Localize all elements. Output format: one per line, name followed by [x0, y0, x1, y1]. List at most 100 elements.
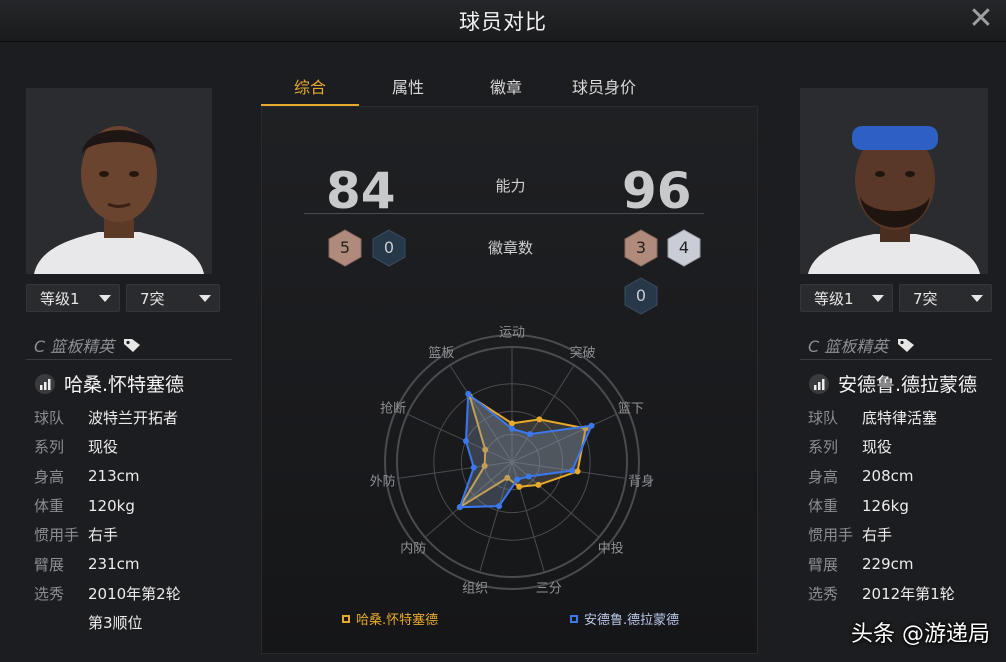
- stat-label: 系列: [34, 438, 65, 457]
- ability-label: 能力: [495, 177, 526, 195]
- stat-row: 球队 底特律活塞: [800, 403, 992, 432]
- watermark: 头条 @游递局: [851, 622, 990, 647]
- signal-icon: [809, 373, 829, 394]
- radar-axis-label: 运动: [499, 324, 525, 339]
- radar-point: [509, 425, 515, 432]
- tab-bar: 综合 属性 徽章 球员身价: [261, 64, 659, 106]
- stat-row: 惯用手 右手: [26, 520, 232, 549]
- stat-value: 229cm: [862, 555, 914, 574]
- breakthrough-select[interactable]: 7突: [126, 284, 220, 312]
- stat-label: 体重: [34, 497, 65, 516]
- player-portrait: [26, 88, 212, 274]
- level-select[interactable]: 等级1: [800, 284, 893, 312]
- radar-axis-label: 篮下: [618, 401, 644, 416]
- radar-point: [536, 416, 543, 423]
- chevron-down-icon: [872, 295, 884, 302]
- stat-label: 选秀: [34, 584, 65, 603]
- radar-point: [569, 467, 576, 474]
- stat-row: 身高 208cm: [800, 462, 992, 491]
- tab-attributes[interactable]: 属性: [359, 64, 457, 106]
- divider: [304, 213, 704, 214]
- radar-point: [514, 476, 521, 483]
- radar-point: [525, 473, 532, 480]
- radar-point: [465, 390, 472, 397]
- tag-icon: [898, 338, 915, 352]
- stat-row: 臂展 229cm: [800, 549, 992, 578]
- stat-row: 球队 波特兰开拓者: [26, 403, 232, 432]
- stat-value: 2010年第2轮: [88, 584, 181, 603]
- player-name: 安德鲁.德拉蒙德: [838, 374, 978, 396]
- legend-label: 安德鲁.德拉蒙德: [584, 613, 680, 628]
- stat-label: 身高: [34, 467, 65, 486]
- stat-row: 系列 现役: [800, 432, 992, 461]
- stat-row: 惯用手 右手: [800, 520, 992, 549]
- stat-row: 第3顺位: [26, 608, 232, 637]
- player-name-row: 安德鲁.德拉蒙德: [800, 370, 992, 397]
- chevron-down-icon: [99, 295, 111, 302]
- tab-overview[interactable]: 综合: [261, 64, 359, 106]
- stat-row: 体重 126kg: [800, 491, 992, 520]
- player-name-row: 哈桑.怀特塞德: [26, 370, 232, 397]
- radar-axis-label: 内防: [400, 541, 426, 556]
- stat-row: 身高 213cm: [26, 462, 232, 491]
- badge-count: 0: [383, 238, 395, 257]
- radar-point: [496, 503, 503, 510]
- stat-label: 球队: [808, 409, 839, 428]
- level-select[interactable]: 等级1: [26, 284, 120, 312]
- breakthrough-select[interactable]: 7突: [899, 284, 992, 312]
- stat-value: 右手: [88, 526, 119, 545]
- radar-point: [462, 437, 469, 444]
- radar-point: [516, 483, 523, 490]
- tab-badges[interactable]: 徽章: [457, 64, 555, 106]
- badge-count: 4: [678, 238, 690, 257]
- legend-item: 安德鲁.德拉蒙德: [570, 609, 679, 628]
- tab-player-value[interactable]: 球员身价: [555, 64, 653, 106]
- stat-value: 第3顺位: [88, 614, 143, 633]
- radar-axis-label: 组织: [462, 580, 488, 595]
- badge-count: 3: [635, 238, 647, 257]
- legend-square-icon: [570, 614, 578, 623]
- radar-point: [456, 504, 463, 511]
- legend-label: 哈桑.怀特塞德: [356, 613, 439, 628]
- radar-point: [535, 481, 542, 488]
- stat-label: 臂展: [34, 555, 65, 574]
- signal-icon: [35, 373, 55, 394]
- dark-badge-icon: 0: [372, 229, 406, 267]
- bronze-badge-icon: 3: [624, 229, 658, 267]
- radar-axis-label: 中投: [598, 541, 624, 556]
- breakthrough-select-value: 7突: [140, 289, 165, 308]
- stat-value: 231cm: [88, 555, 140, 574]
- chevron-down-icon: [199, 295, 211, 302]
- radar-point: [470, 464, 477, 471]
- stat-value: 右手: [862, 526, 893, 545]
- stat-row: 体重 120kg: [26, 491, 232, 520]
- stat-label: 选秀: [808, 584, 839, 603]
- radar-axis-label: 背身: [628, 474, 654, 489]
- stat-row: 系列 现役: [26, 432, 232, 461]
- bronze-badge-icon: 5: [328, 229, 362, 267]
- stat-label: 惯用手: [34, 526, 80, 545]
- legend-square-icon: [342, 614, 350, 623]
- stat-value: 2012年第1轮: [862, 584, 955, 603]
- breakthrough-select-value: 7突: [913, 289, 938, 308]
- stat-label: 惯用手: [808, 526, 854, 545]
- position-tag: C 篮板精英: [34, 336, 115, 356]
- stat-value: 现役: [88, 438, 119, 457]
- dark-badge-icon: 0: [624, 277, 658, 315]
- comparison-panel: 84 96 能力 徽章数 5 0 3 4 0 运动 突破 篮下 背身 中投 三分 组织 内防外…: [261, 106, 758, 654]
- radar-axis-label: 外防: [370, 474, 396, 489]
- stat-value: 120kg: [88, 496, 135, 515]
- position-tag-row: C 篮板精英: [26, 330, 232, 360]
- radar-chart: 运动突破篮下背身中投三分 组织 内防 外防 抢断 篮板: [370, 324, 655, 595]
- chevron-down-icon: [971, 295, 983, 302]
- radar-point: [509, 420, 515, 427]
- stat-row: 选秀 2010年第2轮: [26, 579, 232, 608]
- window-title: 球员对比: [459, 10, 547, 34]
- radar-axis-label: 抢断: [380, 401, 406, 416]
- player-stats: 球队 底特律活塞 系列 现役 身高 208cm 体重 126kg 惯用手 右手 臂展 229…: [800, 403, 992, 608]
- silver-badge-icon: 4: [667, 229, 701, 267]
- close-icon[interactable]: ✕: [964, 2, 998, 36]
- radar-axis-label: 三分: [536, 580, 562, 595]
- radar-point: [526, 431, 533, 438]
- stat-value: 126kg: [862, 496, 909, 515]
